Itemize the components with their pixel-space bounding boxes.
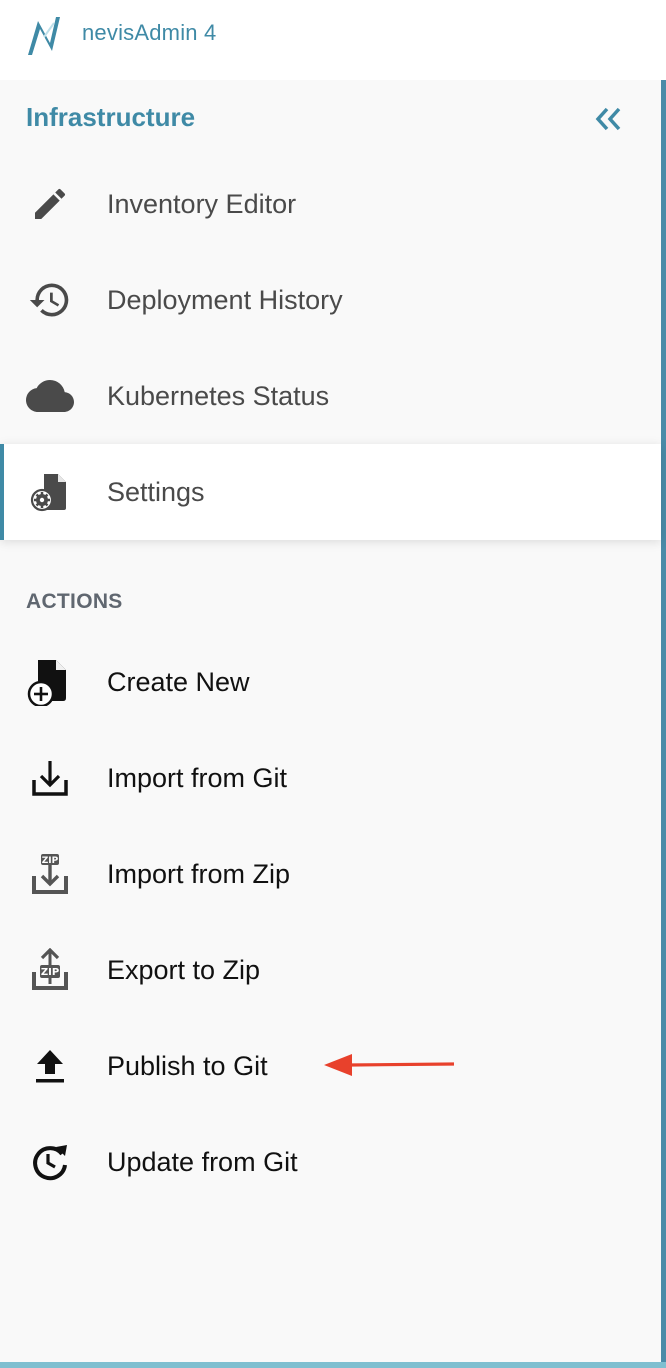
bottom-border: [0, 1362, 666, 1368]
action-create-new[interactable]: Create New: [0, 634, 661, 730]
sidebar-right-border: [661, 80, 666, 1362]
clock-refresh-icon: [26, 1138, 74, 1186]
action-label: Import from Git: [107, 762, 288, 793]
top-bar: nevisAdmin 4: [0, 0, 666, 80]
nav-item-deployment-history[interactable]: Deployment History: [0, 252, 661, 348]
download-tray-icon: [26, 754, 74, 802]
nav-item-label: Settings: [107, 476, 205, 507]
action-label: Update from Git: [107, 1146, 298, 1177]
cloud-icon: [26, 372, 74, 420]
annotation-arrow: [324, 1054, 455, 1076]
action-import-from-zip[interactable]: ZIP Import from Zip: [0, 826, 661, 922]
history-icon: [26, 276, 74, 324]
svg-text:ZIP: ZIP: [42, 856, 59, 866]
action-label: Export to Zip: [107, 954, 261, 985]
action-label: Import from Zip: [107, 858, 291, 889]
double-chevron-left-icon: [595, 107, 621, 131]
pencil-icon: [26, 180, 74, 228]
nevis-logo-icon[interactable]: [24, 15, 64, 57]
action-label: Create New: [107, 666, 250, 697]
nav-item-inventory-editor[interactable]: Inventory Editor: [0, 156, 661, 252]
file-settings-icon: [26, 468, 74, 516]
action-label: Publish to Git: [107, 1050, 268, 1081]
zip-import-icon: ZIP: [26, 850, 74, 898]
file-plus-icon: [26, 658, 74, 706]
upload-icon: [26, 1042, 74, 1090]
nav-item-label: Inventory Editor: [107, 188, 297, 219]
action-update-from-git[interactable]: Update from Git: [0, 1114, 661, 1210]
svg-text:ZIP: ZIP: [41, 967, 59, 978]
nav-item-kubernetes-status[interactable]: Kubernetes Status: [0, 348, 661, 444]
actions-header: ACTIONS: [26, 590, 123, 613]
zip-export-icon: ZIP: [26, 946, 74, 994]
section-title: Infrastructure: [26, 102, 196, 132]
collapse-sidebar-button[interactable]: [588, 100, 628, 138]
nav-item-label: Deployment History: [107, 284, 343, 315]
nav-item-label: Kubernetes Status: [107, 380, 330, 411]
nav-item-settings[interactable]: Settings: [0, 444, 661, 540]
app-title[interactable]: nevisAdmin 4: [82, 20, 216, 46]
action-export-to-zip[interactable]: ZIP Export to Zip: [0, 922, 661, 1018]
action-import-from-git[interactable]: Import from Git: [0, 730, 661, 826]
